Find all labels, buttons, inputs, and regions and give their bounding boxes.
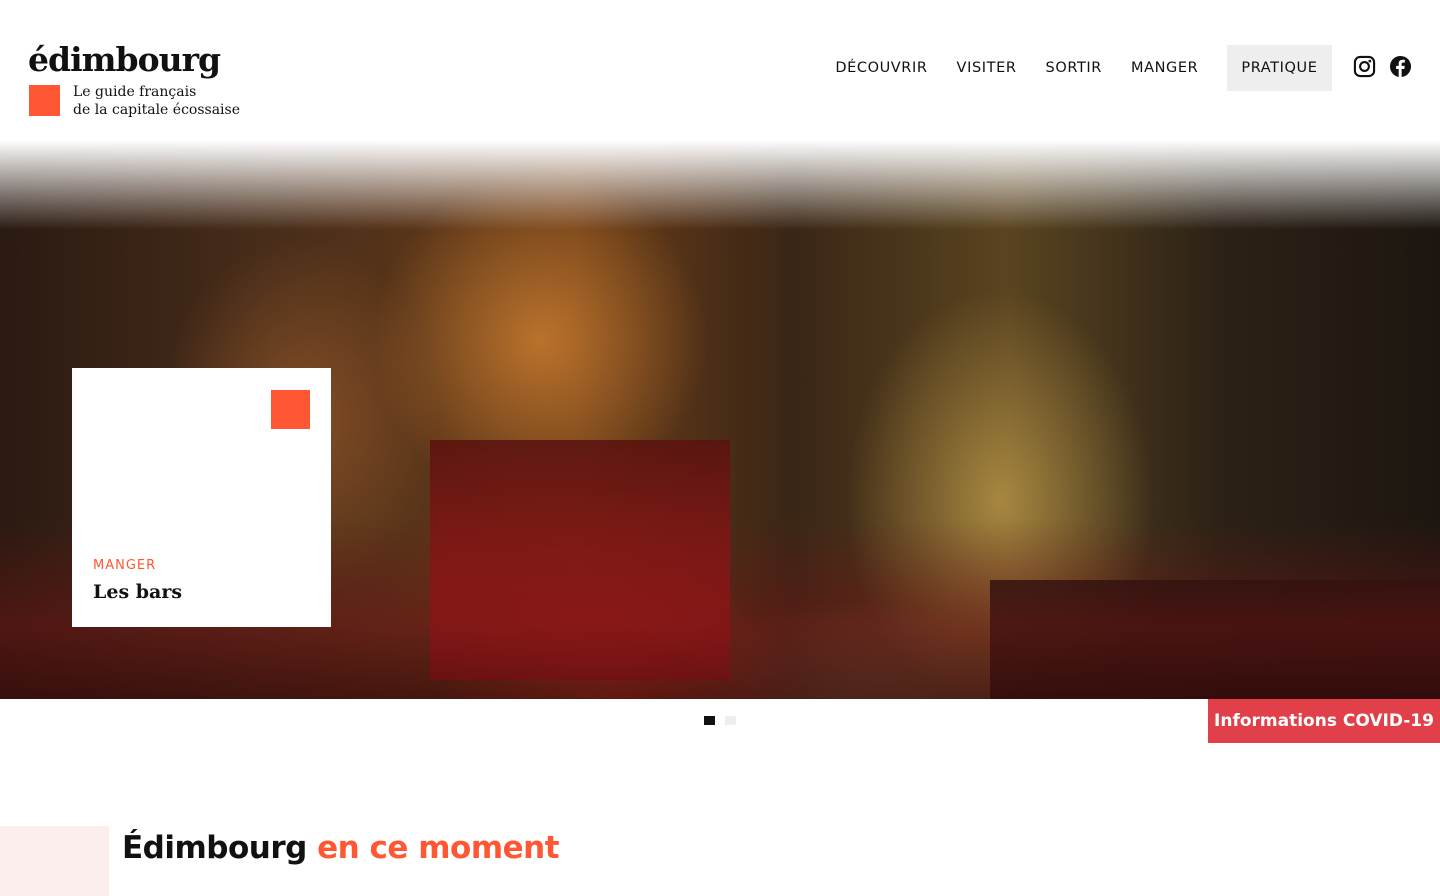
nav-item-manger[interactable]: MANGER <box>1116 45 1212 91</box>
card-category: MANGER <box>93 558 157 573</box>
covid-info-button[interactable]: Informations COVID-19 <box>1208 699 1440 743</box>
main-nav: DÉCOUVRIR VISITER SORTIR MANGER PRATIQUE <box>821 45 1332 91</box>
section-title-main: Édimbourg <box>122 830 307 866</box>
card-accent-square <box>271 390 310 429</box>
site-logo[interactable]: édimbourg Le guide français de la capita… <box>28 40 240 118</box>
nav-item-sortir[interactable]: SORTIR <box>1031 45 1116 91</box>
logo-tagline: Le guide français de la capitale écossai… <box>73 83 273 119</box>
facebook-icon[interactable] <box>1389 55 1412 78</box>
site-header: édimbourg Le guide français de la capita… <box>0 0 1440 140</box>
hero-slider[interactable]: MANGER Les bars <box>0 140 1440 699</box>
tagline-line-1: Le guide français <box>73 84 197 100</box>
hero-card[interactable]: MANGER Les bars <box>72 368 331 627</box>
carousel-dot-1[interactable] <box>704 716 715 725</box>
nav-item-visiter[interactable]: VISITER <box>942 45 1031 91</box>
section-accent-block <box>0 826 109 896</box>
nav-item-decouvrir[interactable]: DÉCOUVRIR <box>821 45 942 91</box>
hero-top-fade <box>0 140 1440 230</box>
logo-wordmark[interactable]: édimbourg <box>28 40 221 80</box>
instagram-icon[interactable] <box>1353 55 1376 78</box>
card-title: Les bars <box>93 581 183 603</box>
section-title: Édimbourg en ce moment <box>122 830 560 866</box>
logo-square <box>29 85 60 116</box>
tagline-line-2: de la capitale écossaise <box>73 102 241 118</box>
section-title-accent: en ce moment <box>317 830 560 866</box>
carousel-dots <box>704 716 736 725</box>
carousel-dot-2[interactable] <box>725 716 736 725</box>
nav-item-pratique[interactable]: PRATIQUE <box>1226 45 1332 91</box>
